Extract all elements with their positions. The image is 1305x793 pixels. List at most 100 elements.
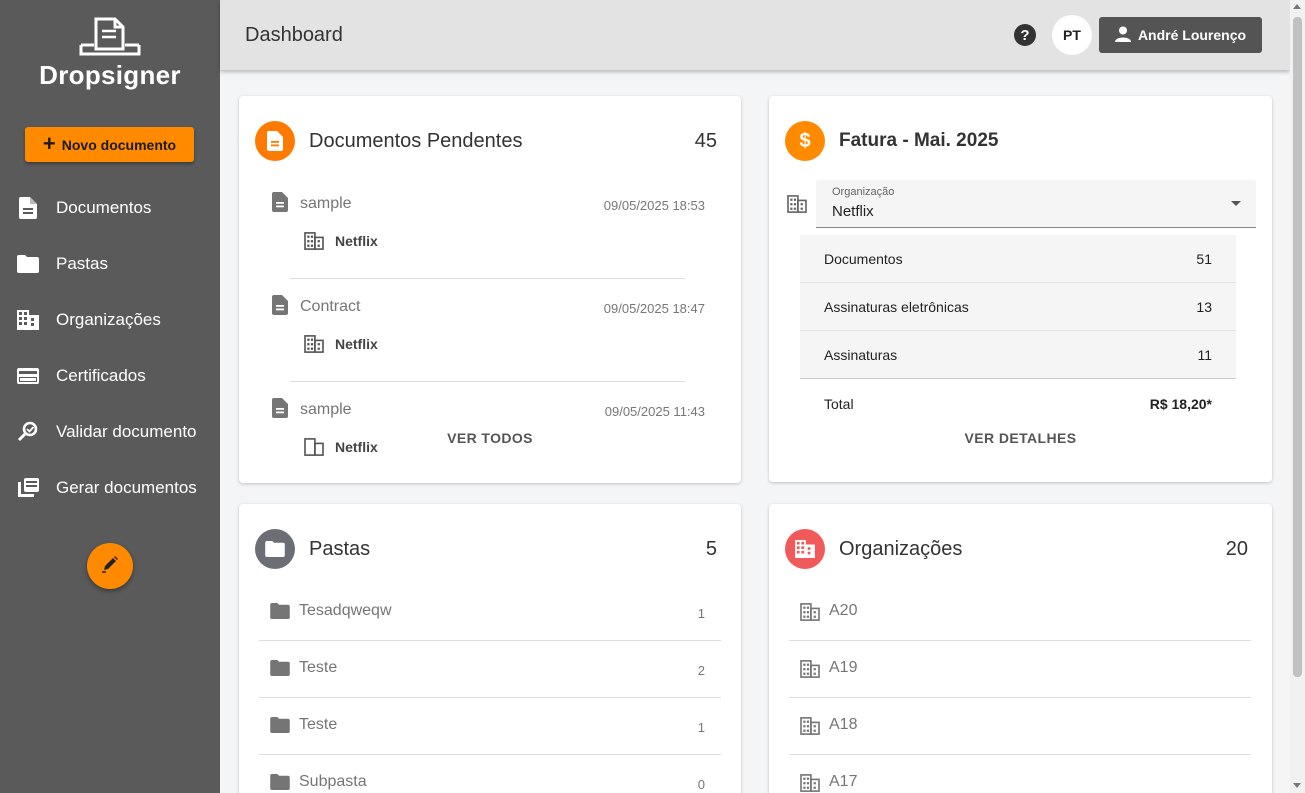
list-item[interactable]: A19 [789,641,1251,698]
list-item[interactable]: A17 [789,755,1251,793]
document-name: Contract [300,298,361,315]
invoice-card: $ Fatura - Mai. 2025 Organização Netflix… [769,96,1272,482]
document-name: sample [300,401,352,418]
sidebar-item-certificados[interactable]: Certificados [0,348,220,404]
organization-name: A18 [829,716,858,733]
folder-name: Subpasta [299,773,367,790]
sidebar-item-gerar-documentos[interactable]: Gerar documentos [0,460,220,516]
divider [290,278,685,279]
folder-name: Tesadqweqw [299,602,392,619]
sidebar-nav: Documentos Pastas Organizações Certifica… [0,180,220,516]
building-icon [787,195,807,218]
row-label: Documentos [824,250,903,267]
new-document-label: Novo documento [61,136,177,153]
scroll-thumb[interactable] [1293,17,1302,677]
sidebar-item-label: Gerar documentos [56,478,197,497]
list-item[interactable]: A18 [789,698,1251,755]
sidebar-item-validar-documento[interactable]: Validar documento [0,404,220,460]
list-item[interactable]: Teste 1 [259,698,721,755]
list-item[interactable]: Subpasta 0 [259,755,721,793]
document-date: 09/05/2025 18:53 [603,198,705,213]
folder-icon [270,717,290,738]
organizations-list: A20 A19 A18 A17 [789,584,1251,793]
row-value: 13 [1196,298,1212,315]
pen-icon [101,555,119,578]
sidebar-item-label: Pastas [56,254,108,273]
building-icon [800,717,820,740]
row-label: Assinaturas eletrônicas [824,298,969,315]
user-menu-button[interactable]: André Lourenço [1099,17,1262,53]
logo-icon [79,17,141,56]
app-name: Dropsigner [39,60,181,90]
list-item[interactable]: A20 [789,584,1251,641]
table-row: Assinaturas eletrônicas 13 [800,283,1236,331]
building-icon [800,774,820,793]
building-icon [304,232,324,255]
table-row: Documentos 51 [800,235,1236,283]
card-title: Fatura - Mai. 2025 [839,130,999,151]
sidebar-item-pastas[interactable]: Pastas [0,236,220,292]
user-name: André Lourenço [1137,27,1247,43]
list-item[interactable]: sample 09/05/2025 18:53 Netflix [269,188,719,291]
card-header: Pastas 5 [255,529,717,569]
folder-count: 1 [697,606,705,621]
organization-name: A20 [829,602,858,619]
folders-list: Tesadqweqw 1 Teste 2 Teste 1 Subpasta 0 [259,584,721,793]
document-icon [272,295,288,320]
organization-name: A17 [829,773,858,790]
building-icon [304,335,324,358]
select-label: Organização [832,186,895,198]
total-value: R$ 18,20* [1149,396,1212,412]
help-icon[interactable]: ? [1014,24,1036,46]
building-icon [800,603,820,626]
chevron-down-icon [1231,201,1241,206]
document-date: 09/05/2025 18:47 [603,301,705,316]
sidebar: Dropsigner + Novo documento Documentos P… [0,0,220,793]
folder-name: Teste [299,716,338,733]
scroll-down-arrow-icon[interactable] [1293,783,1301,788]
list-item[interactable]: Teste 2 [259,641,721,698]
sidebar-item-label: Certificados [56,366,146,385]
folder-icon [270,603,290,624]
new-document-button[interactable]: + Novo documento [25,127,194,162]
select-value: Netflix [832,203,874,220]
scroll-up-arrow-icon[interactable] [1293,4,1301,9]
top-header: Dashboard ? PT André Lourenço [220,0,1290,70]
sign-fab-button[interactable] [87,543,133,589]
user-icon [1114,26,1131,45]
organization-name: A19 [829,659,858,676]
view-all-button[interactable]: VER TODOS [239,430,741,446]
credit-card-icon [17,365,39,387]
folder-icon [255,529,295,569]
card-count: 20 [1225,537,1248,560]
folder-icon [17,253,39,275]
document-icon [255,121,295,161]
organization-select[interactable]: Organização Netflix [816,180,1256,228]
folder-count: 1 [697,720,705,735]
page-scrollbar[interactable] [1290,0,1305,793]
organizations-card: Organizações 20 A20 A19 A18 A17 [769,504,1272,793]
card-count: 45 [694,129,717,152]
card-header: Documentos Pendentes 45 [255,121,717,161]
document-organization: Netflix [335,233,378,249]
list-item[interactable]: Tesadqweqw 1 [259,584,721,641]
card-title: Documentos Pendentes [309,129,523,152]
list-item[interactable]: Contract 09/05/2025 18:47 Netflix [269,291,719,394]
folder-count: 2 [697,663,705,678]
divider [290,381,685,382]
row-label: Assinaturas [824,346,898,363]
view-details-button[interactable]: VER DETALHES [769,430,1272,446]
row-value: 11 [1197,346,1212,363]
sidebar-item-organizacoes[interactable]: Organizações [0,292,220,348]
building-icon [800,660,820,683]
table-row: Assinaturas 11 [800,331,1236,379]
app-logo[interactable]: Dropsigner [0,16,220,91]
sidebar-item-label: Organizações [56,310,161,329]
sidebar-item-documentos[interactable]: Documentos [0,180,220,236]
folders-card: Pastas 5 Tesadqweqw 1 Teste 2 Teste 1 Su… [239,504,741,793]
folder-name: Teste [299,659,338,676]
language-button[interactable]: PT [1052,15,1092,55]
folder-count: 0 [697,777,705,792]
folder-icon [270,774,290,793]
building-icon [17,309,39,331]
